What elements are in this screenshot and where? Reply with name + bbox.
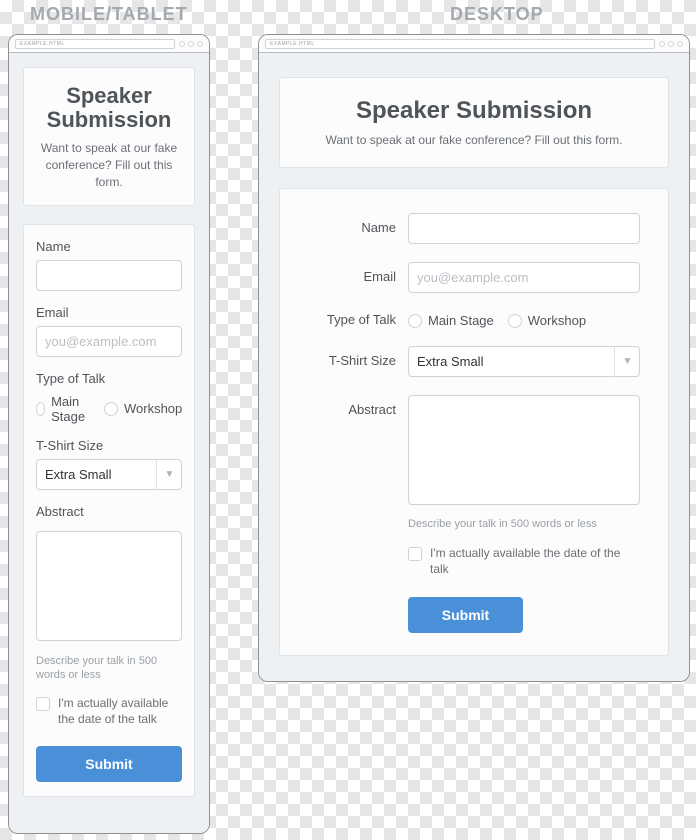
radio-icon: [36, 402, 45, 416]
chevron-down-icon: ▼: [156, 459, 182, 490]
abstract-hint: Describe your talk in 500 words or less: [36, 654, 182, 683]
browser-chrome: EXAMPLE.HTML: [259, 35, 689, 53]
checkbox-icon: [408, 547, 422, 561]
radio-icon: [408, 314, 422, 328]
radio-main-stage[interactable]: Main Stage: [408, 313, 494, 328]
chevron-down-icon: ▼: [614, 346, 640, 377]
submit-button[interactable]: Submit: [408, 597, 523, 633]
available-label: I'm actually available the date of the t…: [58, 696, 182, 727]
page-subtitle: Want to speak at our fake conference? Fi…: [320, 132, 628, 149]
radio-label: Workshop: [124, 401, 182, 416]
page-subtitle: Want to speak at our fake conference? Fi…: [34, 140, 184, 190]
talk-type-label: Type of Talk: [308, 311, 396, 327]
name-field: Name: [308, 213, 640, 244]
email-label: Email: [36, 305, 182, 320]
form-panel: Name Email Type of Talk Main Stage: [279, 188, 669, 656]
talk-type-field: Type of Talk Main Stage Workshop: [36, 371, 182, 424]
radio-label: Main Stage: [51, 394, 90, 424]
abstract-hint: Describe your talk in 500 words or less: [408, 518, 640, 530]
talk-type-field: Type of Talk Main Stage Workshop: [308, 311, 640, 328]
address-bar[interactable]: EXAMPLE.HTML: [265, 39, 655, 49]
window-dot-icon: [188, 41, 194, 47]
available-checkbox[interactable]: I'm actually available the date of the t…: [408, 546, 640, 577]
radio-icon: [508, 314, 522, 328]
email-field: Email: [308, 262, 640, 293]
form-panel: Name Email Type of Talk Main Stage: [23, 224, 195, 797]
desktop-viewport: Speaker Submission Want to speak at our …: [259, 53, 689, 681]
radio-workshop[interactable]: Workshop: [508, 313, 586, 328]
header-panel: Speaker Submission Want to speak at our …: [279, 77, 669, 168]
tshirt-label: T-Shirt Size: [36, 438, 182, 453]
abstract-label: Abstract: [308, 395, 396, 417]
name-field: Name: [36, 239, 182, 291]
radio-workshop[interactable]: Workshop: [104, 401, 182, 416]
mobile-browser-frame: EXAMPLE.HTML Speaker Submission Want to …: [8, 34, 210, 834]
available-checkbox[interactable]: I'm actually available the date of the t…: [36, 696, 182, 727]
address-bar[interactable]: EXAMPLE.HTML: [15, 39, 175, 49]
tshirt-select[interactable]: [408, 346, 640, 377]
tshirt-field: T-Shirt Size ▼: [36, 438, 182, 490]
radio-label: Main Stage: [428, 313, 494, 328]
radio-label: Workshop: [528, 313, 586, 328]
window-dot-icon: [677, 41, 683, 47]
available-label: I'm actually available the date of the t…: [430, 546, 640, 577]
tshirt-label: T-Shirt Size: [308, 346, 396, 368]
abstract-field: Abstract: [308, 395, 640, 510]
column-label-desktop: DESKTOP: [450, 4, 544, 25]
abstract-field: Abstract Describe your talk in 500 words…: [36, 504, 182, 683]
name-label: Name: [308, 213, 396, 235]
window-dot-icon: [197, 41, 203, 47]
window-dot-icon: [668, 41, 674, 47]
window-dot-icon: [179, 41, 185, 47]
window-controls: [179, 41, 203, 47]
checkbox-icon: [36, 697, 50, 711]
radio-icon: [104, 402, 118, 416]
mobile-viewport: Speaker Submission Want to speak at our …: [9, 53, 209, 833]
abstract-label: Abstract: [36, 504, 182, 519]
tshirt-field: T-Shirt Size ▼: [308, 346, 640, 377]
window-controls: [659, 41, 683, 47]
email-label: Email: [308, 262, 396, 284]
name-input[interactable]: [408, 213, 640, 244]
email-input[interactable]: [408, 262, 640, 293]
browser-chrome: EXAMPLE.HTML: [9, 35, 209, 53]
talk-type-label: Type of Talk: [36, 371, 182, 386]
email-input[interactable]: [36, 326, 182, 357]
email-field: Email: [36, 305, 182, 357]
column-label-mobile: MOBILE/TABLET: [30, 4, 188, 25]
name-label: Name: [36, 239, 182, 254]
page-title: Speaker Submission: [34, 84, 184, 132]
abstract-textarea[interactable]: [36, 531, 182, 641]
desktop-browser-frame: EXAMPLE.HTML Speaker Submission Want to …: [258, 34, 690, 682]
radio-main-stage[interactable]: Main Stage: [36, 394, 90, 424]
submit-button[interactable]: Submit: [36, 746, 182, 782]
name-input[interactable]: [36, 260, 182, 291]
abstract-textarea[interactable]: [408, 395, 640, 505]
header-panel: Speaker Submission Want to speak at our …: [23, 67, 195, 206]
page-title: Speaker Submission: [320, 98, 628, 124]
window-dot-icon: [659, 41, 665, 47]
